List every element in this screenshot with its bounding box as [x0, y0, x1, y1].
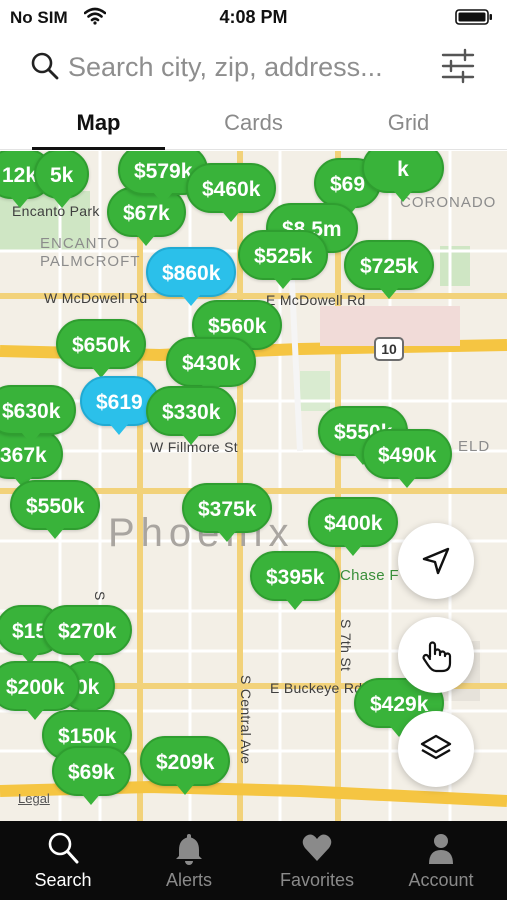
map-label-encanto-palmcroft: ENCANTO PALMCROFT	[40, 235, 141, 270]
nav-favorites-label: Favorites	[279, 870, 355, 890]
map-label-s-central-ave: S Central Ave	[238, 675, 254, 765]
nav-account[interactable]: Account	[378, 821, 504, 900]
location-arrow-icon	[422, 547, 450, 575]
search-input[interactable]	[68, 46, 428, 88]
map-layers-button[interactable]	[398, 711, 474, 787]
status-bar: No SIM 4:08 PM	[0, 0, 507, 34]
tab-grid[interactable]: Grid	[342, 110, 475, 150]
nav-favorites[interactable]: Favorites	[254, 821, 380, 900]
price-pin[interactable]: $69k	[52, 746, 131, 805]
active-tab-indicator	[32, 147, 165, 150]
filter-sliders-icon[interactable]	[441, 48, 475, 84]
price-pin[interactable]: $270k	[42, 605, 133, 664]
price-pin[interactable]: $630k	[0, 385, 77, 444]
price-pin[interactable]: k	[362, 151, 444, 202]
map-view[interactable]: Encanto Park ENCANTO PALMCROFT CORONADO …	[0, 151, 507, 821]
price-pin[interactable]: $525k	[238, 230, 329, 289]
tab-map[interactable]: Map	[32, 110, 165, 150]
route-10-shield: 10	[374, 337, 404, 361]
price-pin[interactable]: $490k	[362, 429, 453, 488]
nav-alerts[interactable]: Alerts	[126, 821, 252, 900]
price-pin[interactable]: $650k	[56, 319, 147, 378]
layers-icon	[420, 734, 452, 760]
search-bar	[0, 40, 507, 98]
tab-cards[interactable]: Cards	[187, 110, 320, 150]
map-label-coronado: CORONADO	[400, 194, 497, 211]
nav-search[interactable]: Search	[0, 821, 126, 900]
draw-area-button[interactable]	[398, 617, 474, 693]
price-pin[interactable]: $400k	[308, 497, 399, 556]
nav-search-label: Search	[34, 870, 92, 890]
price-pin[interactable]: $209k	[140, 736, 231, 795]
search-icon	[48, 832, 79, 864]
map-label-e-mcdowell: E McDowell Rd	[266, 292, 366, 308]
view-tabs: Map Cards Grid	[0, 104, 507, 150]
price-pin[interactable]: $725k	[344, 240, 435, 299]
map-label-field-suffix: ELD	[458, 438, 491, 455]
price-pin[interactable]: $375k	[182, 483, 273, 542]
price-pin[interactable]: $395k	[250, 551, 341, 610]
legal-link[interactable]: Legal	[18, 791, 50, 806]
map-label-s-7th-st: S 7th St	[338, 619, 354, 672]
price-pin[interactable]: $460k	[186, 163, 277, 222]
search-icon	[31, 52, 59, 80]
nav-account-label: Account	[408, 870, 474, 890]
locate-me-button[interactable]	[398, 523, 474, 599]
bottom-tab-bar: Search Alerts Favorites Account	[0, 821, 507, 900]
heart-icon	[302, 834, 332, 861]
battery-icon	[455, 9, 492, 25]
price-pin[interactable]: 5k	[34, 151, 90, 208]
person-icon	[429, 834, 453, 864]
hand-pointer-icon	[422, 641, 452, 673]
map-label-w-mcdowell: W McDowell Rd	[44, 290, 148, 306]
bell-icon	[176, 834, 202, 865]
price-pin-selected[interactable]: $860k	[146, 247, 237, 306]
nav-alerts-label: Alerts	[165, 870, 212, 890]
price-pin[interactable]: $330k	[146, 386, 237, 445]
price-pin[interactable]: $430k	[166, 337, 257, 396]
map-label-e-buckeye: E Buckeye Rd	[270, 680, 363, 696]
status-time: 4:08 PM	[219, 7, 288, 27]
map-label-chase-field: Chase F	[340, 567, 399, 584]
price-pin[interactable]: $200k	[0, 661, 81, 720]
price-pin[interactable]: $550k	[10, 480, 101, 539]
